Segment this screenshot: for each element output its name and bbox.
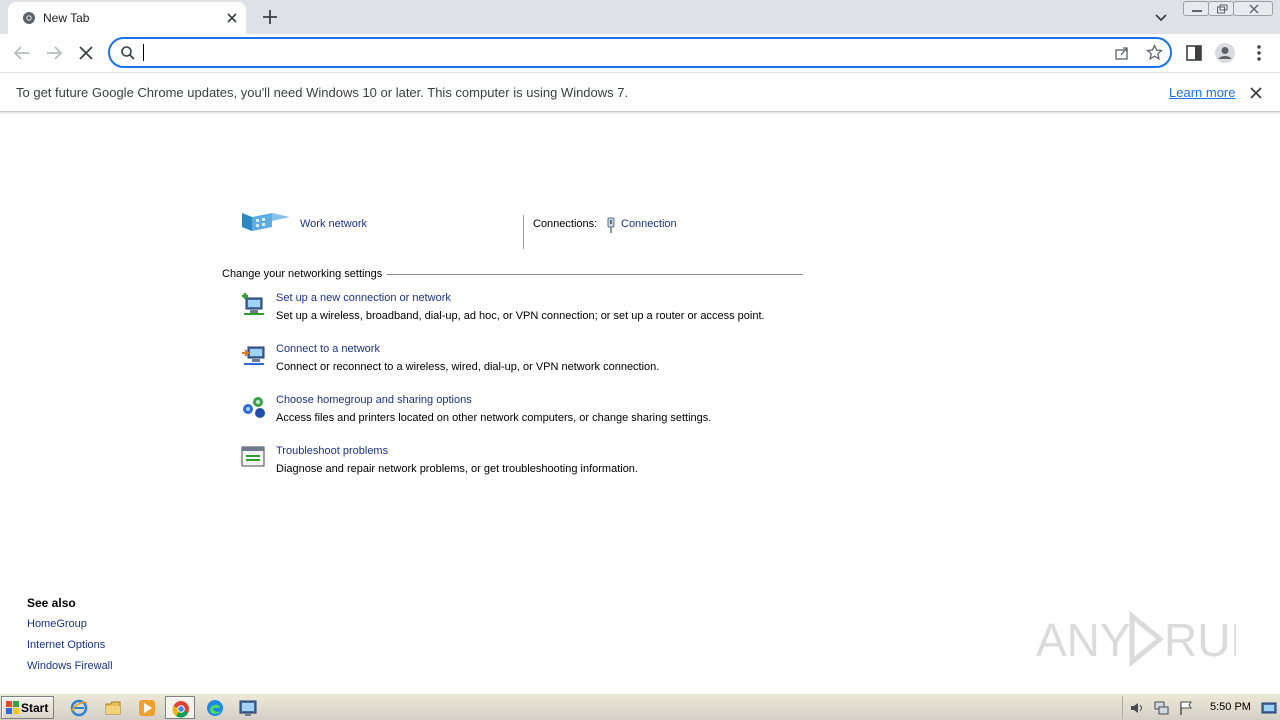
- taskbar-edge[interactable]: [200, 696, 230, 719]
- taskbar-internet-explorer[interactable]: [64, 696, 94, 719]
- chrome-favicon-icon: [23, 12, 35, 24]
- tab-new-tab[interactable]: New Tab: [8, 2, 246, 34]
- show-desktop-icon[interactable]: [1261, 700, 1277, 716]
- troubleshoot-icon: [241, 446, 265, 467]
- chrome-icon: [172, 701, 189, 718]
- start-button[interactable]: Start: [1, 696, 54, 719]
- section-title: Change your networking settings: [222, 268, 383, 280]
- bookmark-star-icon[interactable]: [1146, 44, 1163, 61]
- new-connection-icon: [242, 293, 264, 315]
- restore-button[interactable]: [1208, 1, 1234, 16]
- task-item: Set up a new connection or network Set u…: [240, 292, 800, 332]
- toolbar: [0, 34, 1280, 72]
- menu-kebab-icon[interactable]: [1248, 42, 1270, 64]
- task-desc: Access files and printers located on oth…: [276, 412, 712, 424]
- back-icon[interactable]: [11, 42, 33, 64]
- taskbar: Start 5:50 PM: [0, 693, 1280, 720]
- taskbar-chrome[interactable]: [165, 696, 195, 719]
- task-link-new-connection[interactable]: Set up a new connection or network: [276, 292, 451, 304]
- infobar-message: To get future Google Chrome updates, you…: [16, 85, 629, 100]
- control-panel-icon: [239, 700, 257, 716]
- infobar-close-icon[interactable]: [1249, 86, 1263, 100]
- update-infobar: To get future Google Chrome updates, you…: [0, 72, 1280, 112]
- ethernet-icon: [607, 217, 615, 233]
- task-item: Choose homegroup and sharing options Acc…: [240, 394, 800, 434]
- tab-search-chevron-icon[interactable]: [1152, 8, 1170, 26]
- connect-network-icon: [242, 346, 265, 365]
- restore-icon: [1217, 4, 1228, 14]
- profile-avatar-icon[interactable]: [1214, 42, 1236, 64]
- section-divider: [387, 274, 803, 275]
- action-center-flag-icon[interactable]: [1178, 700, 1194, 716]
- task-link-connect-network[interactable]: Connect to a network: [276, 343, 380, 355]
- volume-icon[interactable]: [1129, 700, 1145, 716]
- omnibox[interactable]: [108, 37, 1172, 68]
- clock: 5:50 PM: [1210, 701, 1251, 713]
- task-link-homegroup[interactable]: Choose homegroup and sharing options: [276, 394, 472, 406]
- edge-icon: [207, 700, 223, 716]
- text-caret: [143, 44, 144, 61]
- task-link-troubleshoot[interactable]: Troubleshoot problems: [276, 445, 388, 457]
- svg-text:RUN: RUN: [1164, 614, 1236, 666]
- share-icon[interactable]: [1114, 45, 1130, 61]
- taskbar-control-panel[interactable]: [233, 696, 263, 719]
- system-tray: 5:50 PM: [1122, 696, 1280, 719]
- close-window-button[interactable]: [1233, 1, 1273, 16]
- work-network-icon: [242, 213, 290, 231]
- network-tray-icon[interactable]: [1153, 700, 1169, 716]
- minimize-button[interactable]: [1183, 1, 1209, 16]
- tab-close-icon[interactable]: [224, 10, 240, 26]
- see-also-internet-options-link[interactable]: Internet Options: [27, 639, 105, 651]
- anyrun-watermark-logo: ANY RUN: [1036, 610, 1236, 668]
- start-label: Start: [21, 701, 49, 715]
- tab-strip: New Tab: [0, 0, 1280, 34]
- svg-text:ANY: ANY: [1036, 614, 1131, 666]
- side-panel-icon[interactable]: [1183, 42, 1205, 64]
- forward-icon[interactable]: [43, 42, 65, 64]
- task-item: Troubleshoot problems Diagnose and repai…: [240, 445, 800, 485]
- connections-label: Connections:: [533, 218, 598, 230]
- close-icon: [1249, 4, 1259, 14]
- new-tab-icon[interactable]: [260, 7, 280, 27]
- minimize-icon: [1192, 10, 1202, 12]
- address-input[interactable]: [142, 42, 1102, 63]
- homegroup-icon: [243, 397, 265, 418]
- see-also-windows-firewall-link[interactable]: Windows Firewall: [27, 660, 113, 672]
- task-desc: Connect or reconnect to a wireless, wire…: [276, 361, 660, 373]
- taskbar-file-explorer[interactable]: [98, 696, 128, 719]
- windows-logo-icon: [6, 701, 19, 714]
- divider: [523, 215, 524, 249]
- search-icon: [121, 46, 135, 60]
- media-player-icon: [139, 700, 155, 716]
- see-also-title: See also: [27, 596, 76, 610]
- task-desc: Diagnose and repair network problems, or…: [276, 463, 638, 475]
- explorer-icon: [105, 701, 121, 715]
- connection-link[interactable]: Connection: [621, 218, 677, 230]
- internet-explorer-icon: [70, 699, 88, 717]
- network-name: Work network: [300, 218, 368, 230]
- tab-title: New Tab: [43, 11, 90, 25]
- task-desc: Set up a wireless, broadband, dial-up, a…: [276, 310, 765, 322]
- taskbar-media-player[interactable]: [132, 696, 162, 719]
- stop-loading-icon[interactable]: [75, 42, 97, 64]
- task-item: Connect to a network Connect or reconnec…: [240, 343, 800, 383]
- learn-more-link[interactable]: Learn more: [1169, 85, 1235, 100]
- see-also-homegroup-link[interactable]: HomeGroup: [27, 618, 87, 630]
